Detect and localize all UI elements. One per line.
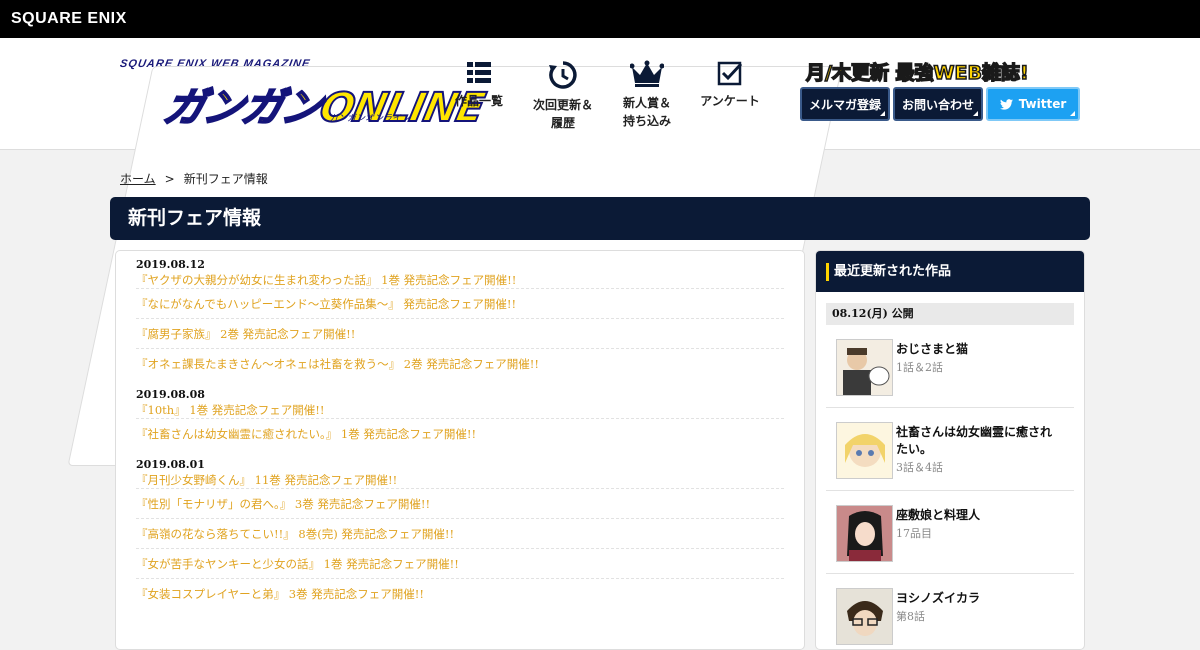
nav-next-update[interactable]: 次回更新＆ 履歴: [528, 60, 598, 140]
recent-work-item[interactable]: 座敷娘と料理人 17品目: [826, 491, 1074, 574]
nav-survey-label: アンケート: [700, 94, 760, 108]
news-group: 2019.08.12 『ヤクザの大親分が幼女に生まれ変わった話』 1巻 発売記念…: [136, 259, 784, 379]
site-header: SQUARE ENIX WEB MAGAZINE ガンガンONLINE ガンガン…: [0, 38, 1200, 466]
breadcrumb-current: 新刊フェア情報: [183, 172, 268, 186]
news-item-link[interactable]: 『オネェ課長たまきさん～オネェは社畜を救う～』 2巻 発売記念フェア開催!!: [136, 349, 784, 379]
page-title: 新刊フェア情報: [110, 197, 1090, 240]
news-group: 2019.08.08 『10th』 1巻 発売記念フェア開催!! 『社畜さんは幼…: [136, 389, 784, 449]
news-item-link[interactable]: 『月刊少女野崎くん』 11巻 発売記念フェア開催!!: [136, 471, 784, 489]
nav-works[interactable]: 作品一覧: [449, 60, 509, 140]
news-group: 2019.08.01 『月刊少女野崎くん』 11巻 発売記念フェア開催!! 『性…: [136, 459, 784, 609]
work-episode: 第8話: [896, 610, 925, 623]
twitter-label: Twitter: [1018, 97, 1067, 111]
work-episode: 17品目: [896, 527, 932, 540]
nav-newcomer-award[interactable]: 新人賞＆ 持ち込み: [612, 60, 682, 140]
work-episode: 3話＆4話: [896, 461, 943, 474]
twitter-button[interactable]: Twitter: [986, 87, 1080, 121]
site-logo[interactable]: SQUARE ENIX WEB MAGAZINE ガンガンONLINE ガンガン…: [67, 58, 843, 466]
nav-next-label-1: 次回更新＆: [532, 98, 593, 112]
update-tagline: 月/木更新 最強WEB雑誌!: [805, 61, 1029, 85]
work-title: 座敷娘と料理人: [896, 508, 981, 522]
work-title: おじさまと猫: [896, 342, 969, 356]
twitter-bird-icon: [999, 98, 1013, 110]
sidebar-publish-date: 08.12(月) 公開: [826, 303, 1074, 325]
grid-list-icon: [467, 62, 491, 83]
news-item-link[interactable]: 『高嶺の花なら落ちてこい!!』 8巻(完) 発売記念フェア開催!!: [136, 519, 784, 549]
news-item-link[interactable]: 『ヤクザの大親分が幼女に生まれ変わった話』 1巻 発売記念フェア開催!!: [136, 271, 784, 289]
news-item-link[interactable]: 『女装コスプレイヤーと弟』 3巻 発売記念フェア開催!!: [136, 579, 784, 609]
fair-news-list: 2019.08.12 『ヤクザの大親分が幼女に生まれ変わった話』 1巻 発売記念…: [115, 250, 805, 650]
nav-survey[interactable]: アンケート: [695, 60, 765, 140]
news-item-link[interactable]: 『性別「モナリザ」の君へ。』 3巻 発売記念フェア開催!!: [136, 489, 784, 519]
news-item-link[interactable]: 『女が苦手なヤンキーと少女の話』 1巻 発売記念フェア開催!!: [136, 549, 784, 579]
news-date: 2019.08.08: [136, 388, 205, 401]
checkbox-icon: [717, 61, 743, 86]
nav-newbie-label-2: 持ち込み: [622, 114, 671, 128]
news-date: 2019.08.01: [136, 458, 205, 471]
recent-works-sidebar: 最近更新された作品 08.12(月) 公開 おじさまと猫 1話＆2話 社畜さんは…: [815, 250, 1085, 650]
breadcrumb: ホーム > 新刊フェア情報: [120, 170, 268, 187]
work-thumbnail: [836, 505, 893, 562]
recent-work-item[interactable]: ヨシノズイカラ 第8話: [826, 574, 1074, 649]
breadcrumb-separator: >: [164, 172, 175, 186]
newsletter-button[interactable]: メルマガ登録: [800, 87, 890, 121]
work-thumbnail: [836, 339, 893, 396]
work-episode: 1話＆2話: [896, 361, 943, 374]
contact-label: お問い合わせ: [901, 97, 974, 112]
square-enix-logo[interactable]: SQUARE ENIX: [11, 10, 127, 28]
contact-button[interactable]: お問い合わせ: [893, 87, 983, 121]
nav-newbie-label-1: 新人賞＆: [622, 96, 671, 110]
news-item-link[interactable]: 『10th』 1巻 発売記念フェア開催!!: [136, 401, 784, 419]
newsletter-label: メルマガ登録: [808, 97, 881, 112]
news-item-link[interactable]: 『腐男子家族』 2巻 発売記念フェア開催!!: [136, 319, 784, 349]
nav-next-label-2: 履歴: [550, 116, 575, 130]
news-date: 2019.08.12: [136, 258, 205, 271]
top-bar: SQUARE ENIX: [0, 0, 1200, 38]
news-item-link[interactable]: 『なにがなんでもハッピーエンド～立葵作品集～』 発売記念フェア開催!!: [136, 289, 784, 319]
work-title: ヨシノズイカラ: [896, 591, 981, 605]
work-thumbnail: [836, 422, 893, 479]
work-title: 社畜さんは幼女幽霊に癒されたい。: [896, 425, 1053, 456]
nav-works-label: 作品一覧: [454, 94, 503, 108]
breadcrumb-home-link[interactable]: ホーム: [120, 172, 156, 186]
crown-icon: [630, 60, 664, 87]
sidebar-heading: 最近更新された作品: [816, 251, 1084, 292]
news-item-link[interactable]: 『社畜さんは幼女幽霊に癒されたい。』 1巻 発売記念フェア開催!!: [136, 419, 784, 449]
recent-work-item[interactable]: 社畜さんは幼女幽霊に癒されたい。 3話＆4話: [826, 408, 1074, 491]
recent-work-item[interactable]: おじさまと猫 1話＆2話: [826, 325, 1074, 408]
refresh-clock-icon: [549, 61, 577, 89]
work-thumbnail: [836, 588, 893, 645]
logo-ruby: ガンガンオンライン: [328, 114, 410, 124]
